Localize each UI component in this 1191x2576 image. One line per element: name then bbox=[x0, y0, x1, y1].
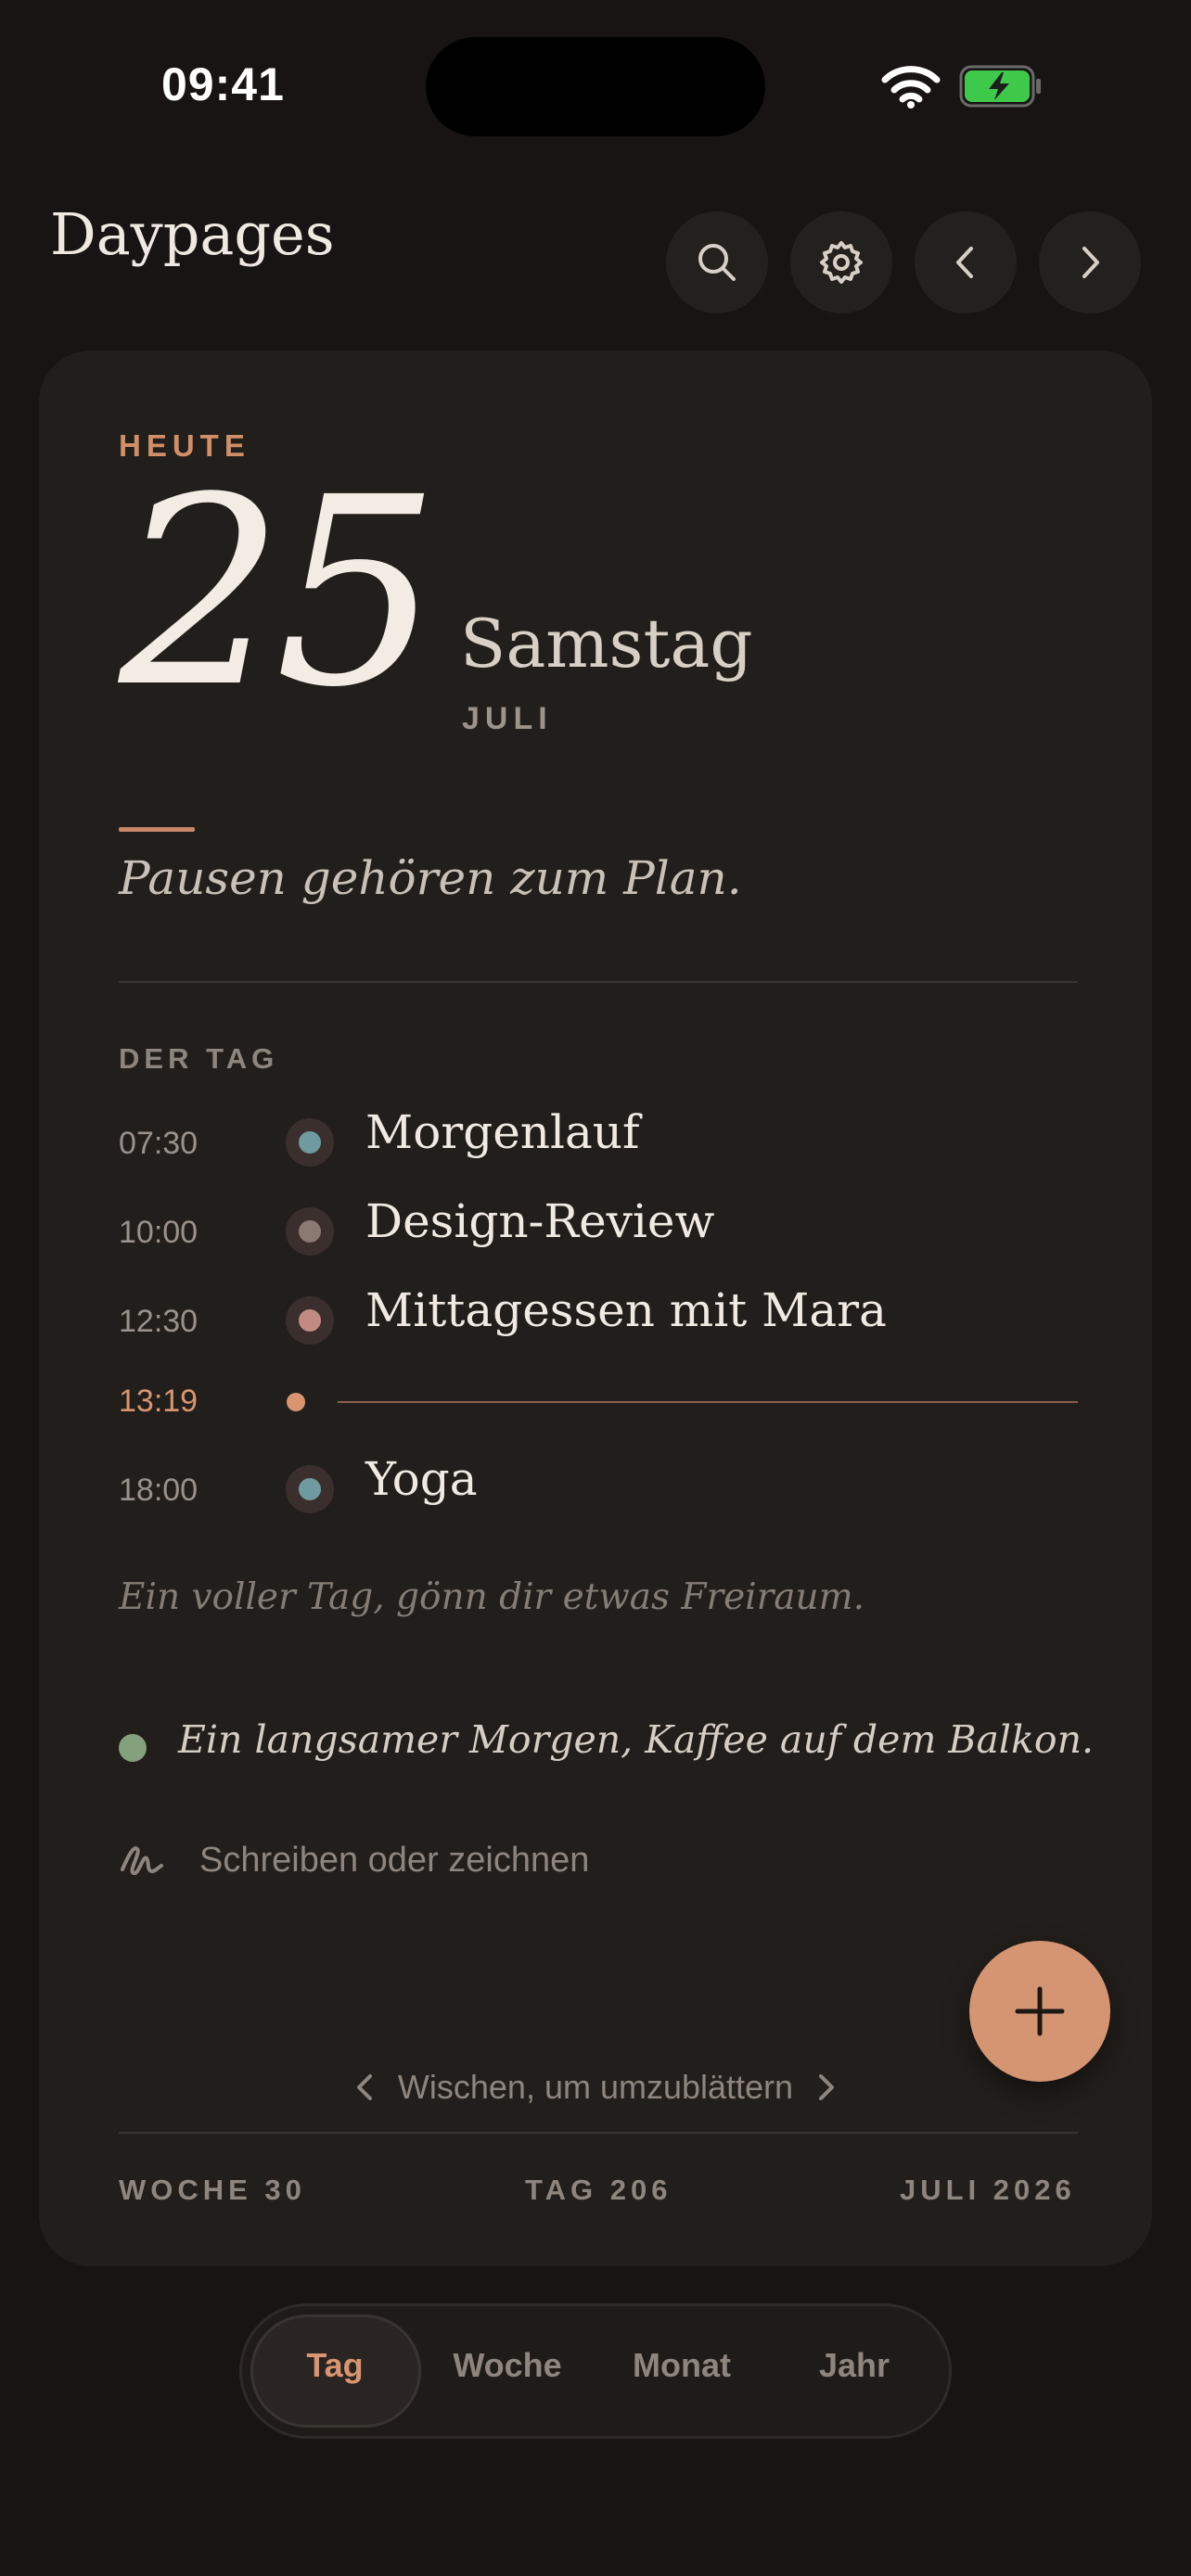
current-time-dot bbox=[287, 1393, 305, 1411]
chevron-left-icon bbox=[956, 247, 973, 278]
chevron-right-icon bbox=[819, 2074, 835, 2100]
add-button[interactable] bbox=[969, 1941, 1110, 2082]
dynamic-island bbox=[426, 37, 765, 136]
event-title[interactable]: Morgenlauf bbox=[365, 1105, 640, 1159]
daily-quote: Pausen gehören zum Plan. bbox=[119, 851, 742, 905]
tab-month[interactable]: Monat bbox=[603, 2346, 761, 2385]
event-dot bbox=[286, 1465, 334, 1513]
tab-year[interactable]: Jahr bbox=[775, 2346, 933, 2385]
event-dot bbox=[286, 1118, 334, 1167]
divider bbox=[119, 981, 1078, 983]
day-number: 25 bbox=[119, 442, 440, 745]
swipe-hint-text: Wischen, um umzublättern bbox=[397, 2068, 794, 2106]
next-day-button[interactable] bbox=[1039, 211, 1141, 313]
tab-week[interactable]: Woche bbox=[429, 2346, 586, 2385]
chevron-left-icon bbox=[356, 2074, 372, 2100]
wifi-icon bbox=[881, 66, 941, 108]
event-dot bbox=[286, 1296, 334, 1345]
footer-divider bbox=[119, 2132, 1078, 2134]
plus-icon bbox=[1015, 1986, 1065, 2036]
schedule-label: DER TAG bbox=[119, 1042, 279, 1075]
current-time-line bbox=[338, 1401, 1078, 1403]
month-year: JULI 2026 bbox=[900, 2174, 1076, 2206]
journal-entry[interactable]: Ein langsamer Morgen, Kaffee auf dem Bal… bbox=[178, 1717, 1094, 1762]
event-time: 18:00 bbox=[119, 1473, 198, 1508]
journal-entry-dot bbox=[119, 1734, 147, 1762]
scribble-icon bbox=[121, 1846, 163, 1875]
previous-day-button[interactable] bbox=[915, 211, 1017, 313]
event-title[interactable]: Yoga bbox=[365, 1452, 478, 1506]
app-title: Daypages bbox=[50, 200, 335, 268]
current-time: 13:19 bbox=[119, 1384, 198, 1419]
status-time: 09:41 bbox=[161, 58, 285, 110]
event-title[interactable]: Mittagessen mit Mara bbox=[365, 1283, 887, 1337]
schedule-note: Ein voller Tag, gönn dir etwas Freiraum. bbox=[119, 1576, 865, 1618]
chevron-right-icon bbox=[1082, 247, 1099, 278]
write-input[interactable]: Schreiben oder zeichnen bbox=[199, 1841, 589, 1881]
event-time: 10:00 bbox=[119, 1215, 198, 1250]
gear-icon bbox=[820, 241, 863, 284]
tab-day[interactable]: Tag bbox=[256, 2346, 414, 2385]
day-of-year: TAG 206 bbox=[525, 2174, 672, 2206]
month-label: JULI bbox=[462, 701, 553, 736]
search-icon bbox=[698, 244, 736, 281]
week-number: WOCHE 30 bbox=[119, 2174, 306, 2206]
event-time: 07:30 bbox=[119, 1126, 198, 1161]
swipe-hint: Wischen, um umzublättern bbox=[0, 2068, 1191, 2107]
event-time: 12:30 bbox=[119, 1304, 198, 1339]
event-title[interactable]: Design-Review bbox=[365, 1194, 714, 1248]
accent-rule bbox=[119, 827, 195, 832]
event-dot bbox=[286, 1207, 334, 1256]
battery-icon bbox=[959, 65, 1041, 108]
settings-button[interactable] bbox=[790, 211, 892, 313]
search-button[interactable] bbox=[666, 211, 768, 313]
weekday: Samstag bbox=[460, 605, 753, 682]
